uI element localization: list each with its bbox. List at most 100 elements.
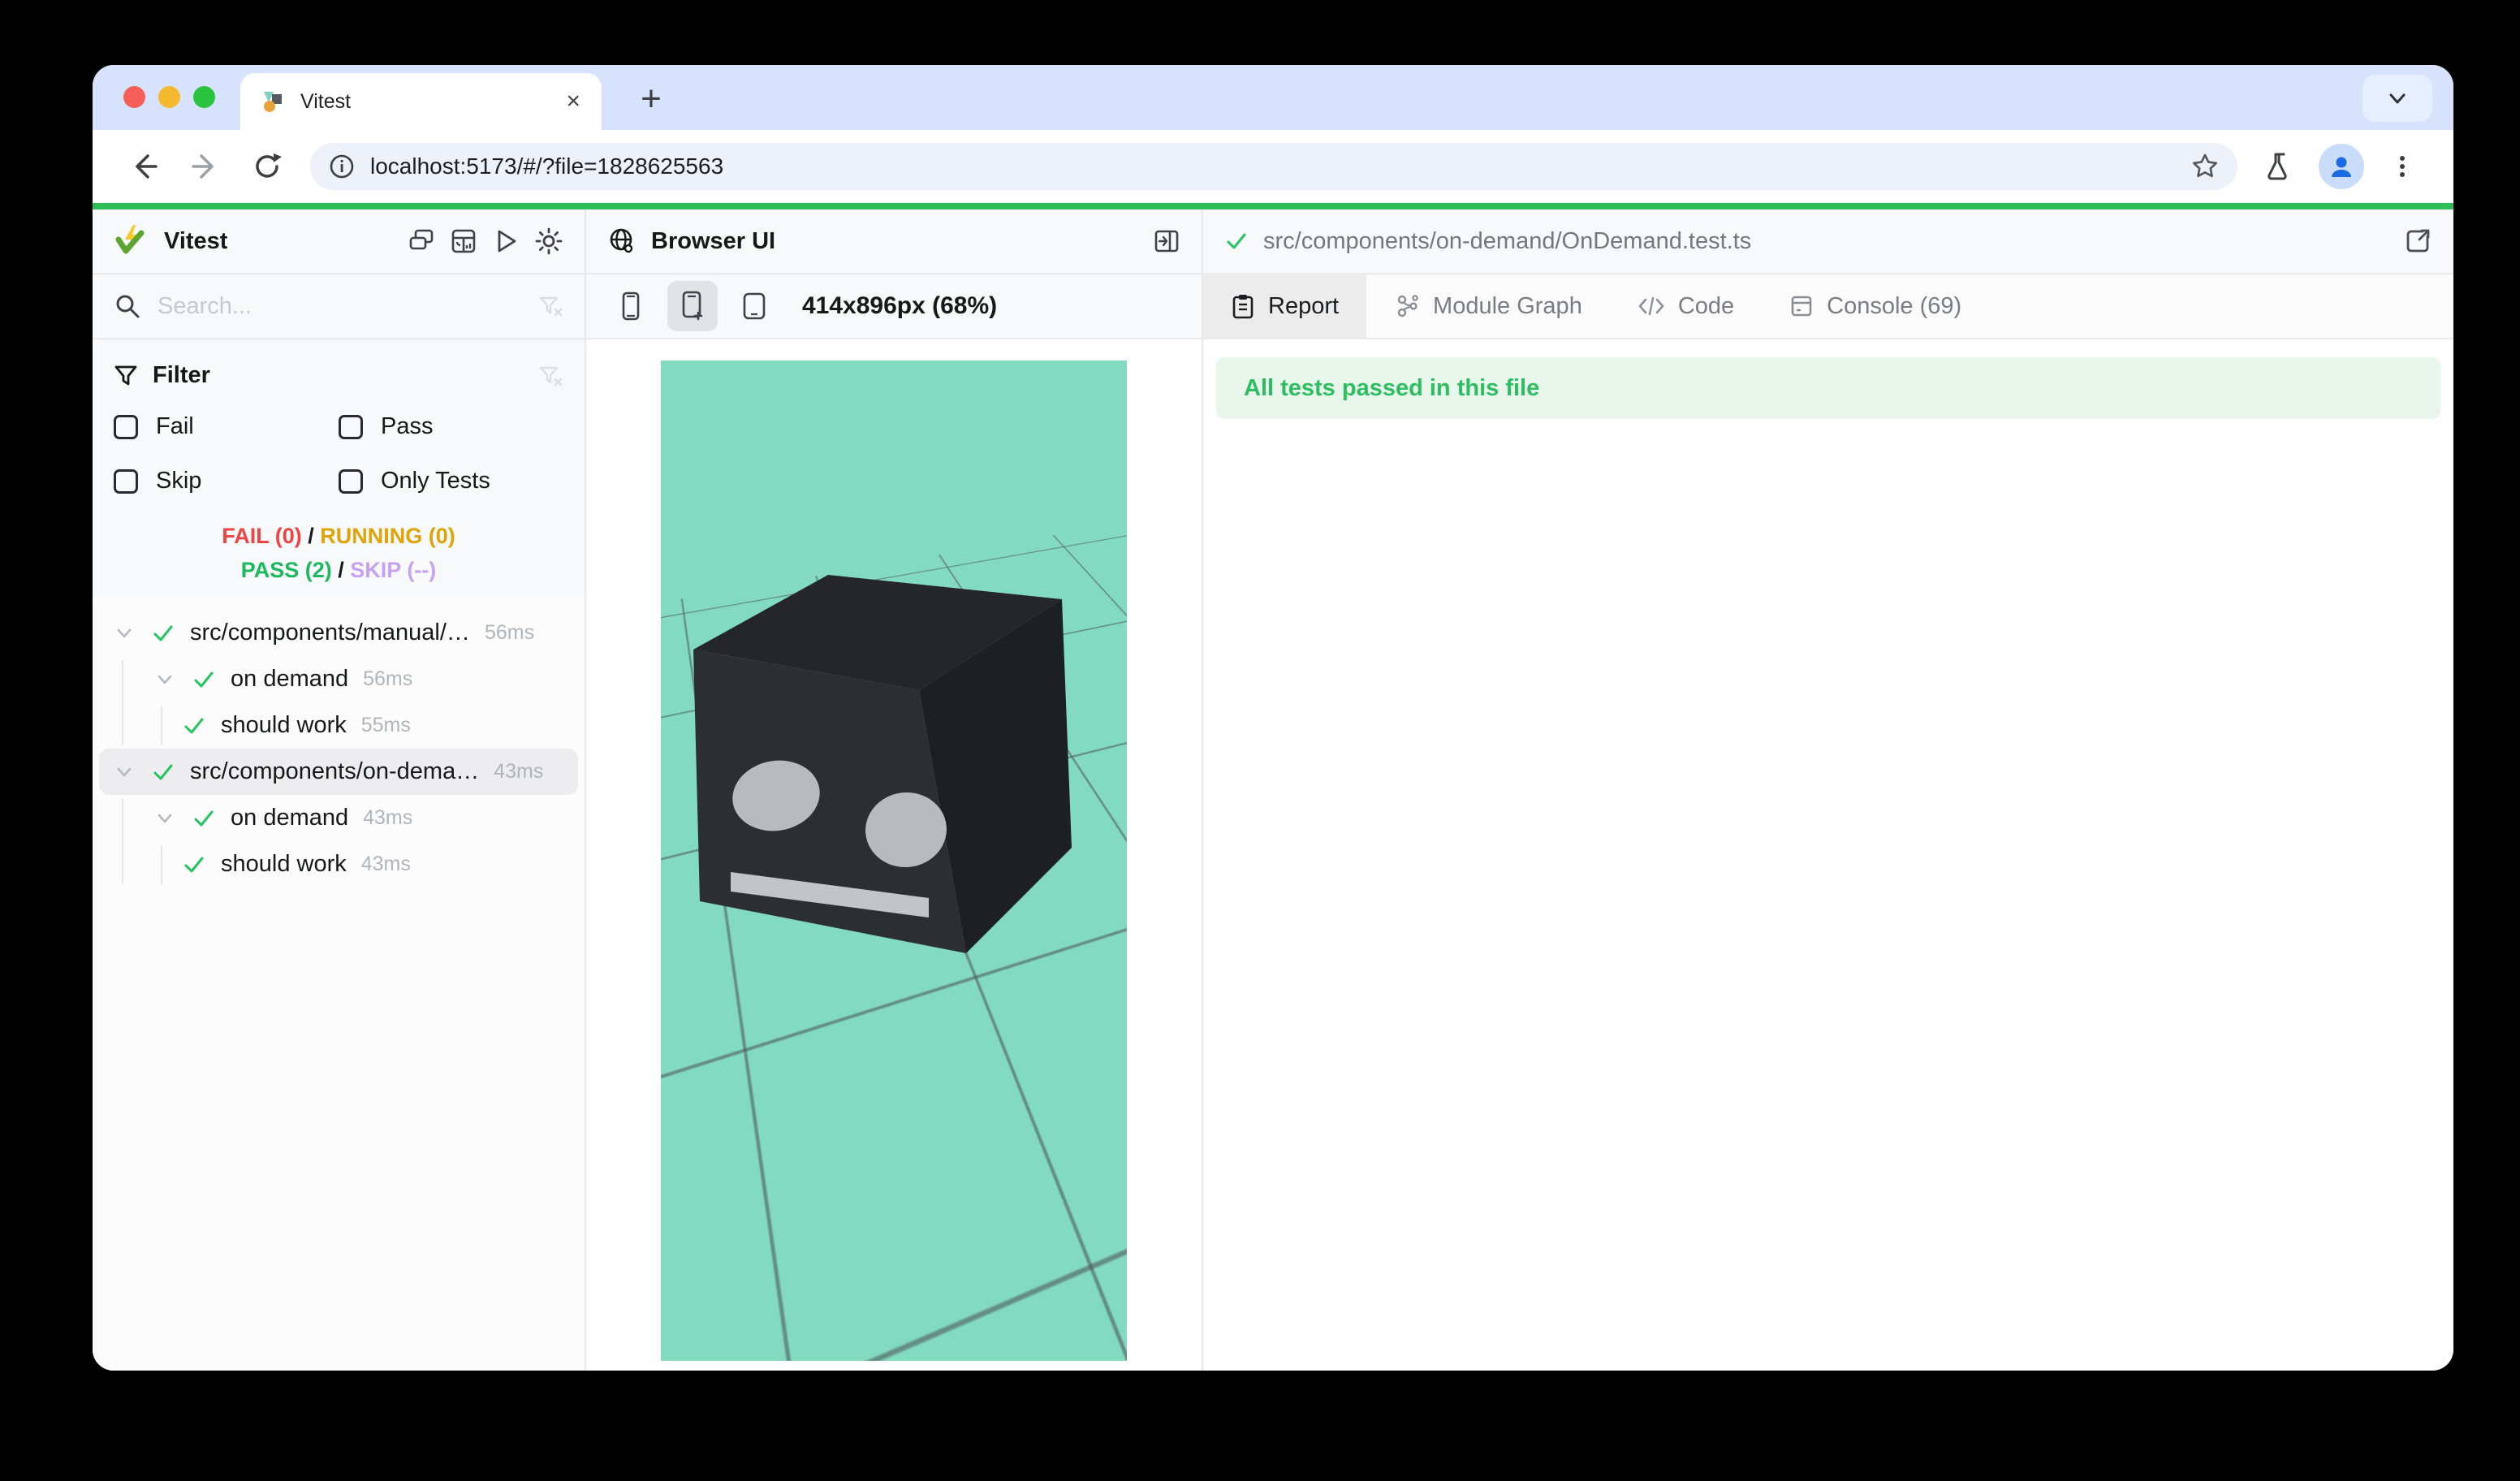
all-tests-passed-banner: All tests passed in this file bbox=[1216, 357, 2440, 419]
search-row bbox=[93, 274, 585, 339]
bookmark-star-icon[interactable] bbox=[2190, 152, 2220, 181]
filter-checkbox-pass[interactable]: Pass bbox=[339, 413, 563, 440]
filter-title: Filter bbox=[153, 362, 210, 389]
test-name: should work bbox=[221, 851, 347, 878]
chevron-down-icon[interactable] bbox=[154, 808, 192, 829]
page-accent-bar bbox=[93, 203, 2453, 209]
search-input[interactable] bbox=[158, 293, 521, 320]
dashboard-icon[interactable] bbox=[450, 227, 477, 255]
chevron-down-icon[interactable] bbox=[114, 623, 151, 644]
filter-checkbox-only-tests[interactable]: Only Tests bbox=[339, 468, 563, 494]
experiments-flask-icon[interactable] bbox=[2254, 140, 2307, 193]
preview-title: Browser UI bbox=[651, 228, 775, 255]
pass-count: PASS (2) bbox=[241, 558, 332, 582]
report-tabs: Report Module Graph Code bbox=[1203, 274, 2453, 339]
test-file-name: src/components/manual/… bbox=[190, 620, 470, 646]
new-tab-button[interactable]: + bbox=[628, 76, 674, 122]
device-phone-small-button[interactable] bbox=[606, 281, 656, 331]
tab-label: Module Graph bbox=[1433, 293, 1582, 320]
tab-console[interactable]: Console (69) bbox=[1762, 274, 1989, 338]
test-summary: FAIL (0) / RUNNING (0) PASS (2) / SKIP (… bbox=[93, 503, 585, 598]
tree-row-suite[interactable]: on demand 56ms bbox=[99, 656, 578, 702]
running-count: RUNNING (0) bbox=[320, 524, 455, 548]
back-button[interactable] bbox=[117, 140, 170, 193]
tab-label: Code bbox=[1678, 293, 1734, 320]
browser-menu-icon[interactable] bbox=[2375, 140, 2429, 193]
checkbox[interactable] bbox=[114, 469, 138, 494]
minimize-window-button[interactable] bbox=[158, 86, 180, 108]
checkbox-label: Only Tests bbox=[381, 468, 490, 494]
summary-line-2: PASS (2) / SKIP (--) bbox=[93, 553, 585, 587]
browser-tab[interactable]: Vitest × bbox=[240, 73, 602, 130]
checkbox-label: Fail bbox=[156, 413, 194, 440]
pass-check-icon bbox=[151, 621, 190, 646]
filter-options: Fail Pass Skip Only Tests bbox=[114, 413, 563, 494]
tab-module-graph[interactable]: Module Graph bbox=[1366, 274, 1610, 338]
preview-header: Browser UI bbox=[586, 209, 1202, 274]
file-pass-check-icon bbox=[1224, 229, 1249, 253]
test-duration: 55ms bbox=[361, 714, 411, 737]
clear-filters-icon[interactable] bbox=[537, 363, 563, 389]
device-toolbar: 414x896px (68%) bbox=[586, 274, 1202, 339]
app-title: Vitest bbox=[164, 228, 227, 255]
device-tablet-button[interactable] bbox=[729, 281, 779, 331]
tree-row-suite[interactable]: on demand 43ms bbox=[99, 795, 578, 841]
tree-indent-guide bbox=[122, 799, 123, 883]
tab-close-icon[interactable]: × bbox=[566, 89, 580, 114]
pass-check-icon bbox=[192, 667, 231, 692]
tab-report[interactable]: Report bbox=[1203, 274, 1366, 338]
report-header: src/components/on-demand/OnDemand.test.t… bbox=[1203, 209, 2453, 274]
sidebar: Vitest bbox=[93, 209, 586, 1371]
filter-checkbox-fail[interactable]: Fail bbox=[114, 413, 339, 440]
tree-row-test[interactable]: should work 43ms bbox=[99, 841, 578, 887]
close-window-button[interactable] bbox=[123, 86, 145, 108]
tree-row-test[interactable]: should work 55ms bbox=[99, 702, 578, 749]
open-in-editor-icon[interactable] bbox=[2403, 227, 2432, 256]
pass-check-icon bbox=[192, 806, 231, 831]
run-all-tests-icon[interactable] bbox=[492, 227, 520, 255]
chevron-down-icon[interactable] bbox=[154, 669, 192, 690]
tested-app-canvas[interactable] bbox=[661, 361, 1127, 1361]
tree-row-file-on-demand[interactable]: src/components/on-dema… 43ms bbox=[99, 749, 578, 795]
url-text[interactable]: localhost:5173/#/?file=1828625563 bbox=[370, 153, 2176, 179]
tree-indent-guide bbox=[161, 706, 162, 745]
tree-row-file-manual[interactable]: src/components/manual/… 56ms bbox=[99, 610, 578, 656]
preview-viewport bbox=[586, 339, 1202, 1371]
test-duration: 56ms bbox=[363, 667, 412, 691]
checkbox[interactable] bbox=[114, 415, 138, 439]
tab-search-chevron-button[interactable] bbox=[2362, 75, 2432, 122]
tab-code[interactable]: Code bbox=[1610, 274, 1762, 338]
clear-search-filter-icon[interactable] bbox=[537, 293, 563, 319]
detach-windows-icon[interactable] bbox=[408, 227, 435, 255]
checkbox[interactable] bbox=[339, 415, 363, 439]
suite-name: on demand bbox=[231, 805, 348, 831]
checkbox[interactable] bbox=[339, 469, 363, 494]
suite-name: on demand bbox=[231, 666, 348, 693]
report-panel: src/components/on-demand/OnDemand.test.t… bbox=[1203, 209, 2453, 1371]
theme-toggle-sun-icon[interactable] bbox=[534, 227, 563, 256]
console-icon bbox=[1789, 294, 1814, 318]
current-file-path: src/components/on-demand/OnDemand.test.t… bbox=[1263, 228, 1751, 255]
filter-checkbox-skip[interactable]: Skip bbox=[114, 468, 339, 494]
sidebar-header: Vitest bbox=[93, 209, 585, 274]
profile-avatar[interactable] bbox=[2319, 144, 2364, 189]
checkbox-label: Pass bbox=[381, 413, 433, 440]
reload-button[interactable] bbox=[240, 140, 294, 193]
device-phone-add-button[interactable] bbox=[667, 281, 718, 331]
dock-panel-right-icon[interactable] bbox=[1153, 227, 1180, 255]
test-duration: 43ms bbox=[363, 806, 412, 830]
banner-text: All tests passed in this file bbox=[1244, 375, 1539, 402]
maximize-window-button[interactable] bbox=[193, 86, 215, 108]
site-info-icon[interactable] bbox=[328, 153, 356, 180]
forward-button[interactable] bbox=[179, 140, 232, 193]
viewport-size-label: 414x896px (68%) bbox=[802, 292, 997, 320]
pass-check-icon bbox=[182, 714, 221, 738]
robot-cube-graphic bbox=[661, 361, 1127, 1361]
vitest-logo-icon bbox=[114, 223, 149, 259]
chevron-down-icon[interactable] bbox=[114, 762, 151, 783]
browser-toolbar: localhost:5173/#/?file=1828625563 bbox=[93, 130, 2453, 203]
address-bar[interactable]: localhost:5173/#/?file=1828625563 bbox=[310, 143, 2237, 190]
filter-panel: Filter Fail Pass Skip Only Tests bbox=[93, 339, 585, 503]
tab-label: Console (69) bbox=[1827, 293, 1961, 320]
test-duration: 43ms bbox=[494, 760, 543, 784]
